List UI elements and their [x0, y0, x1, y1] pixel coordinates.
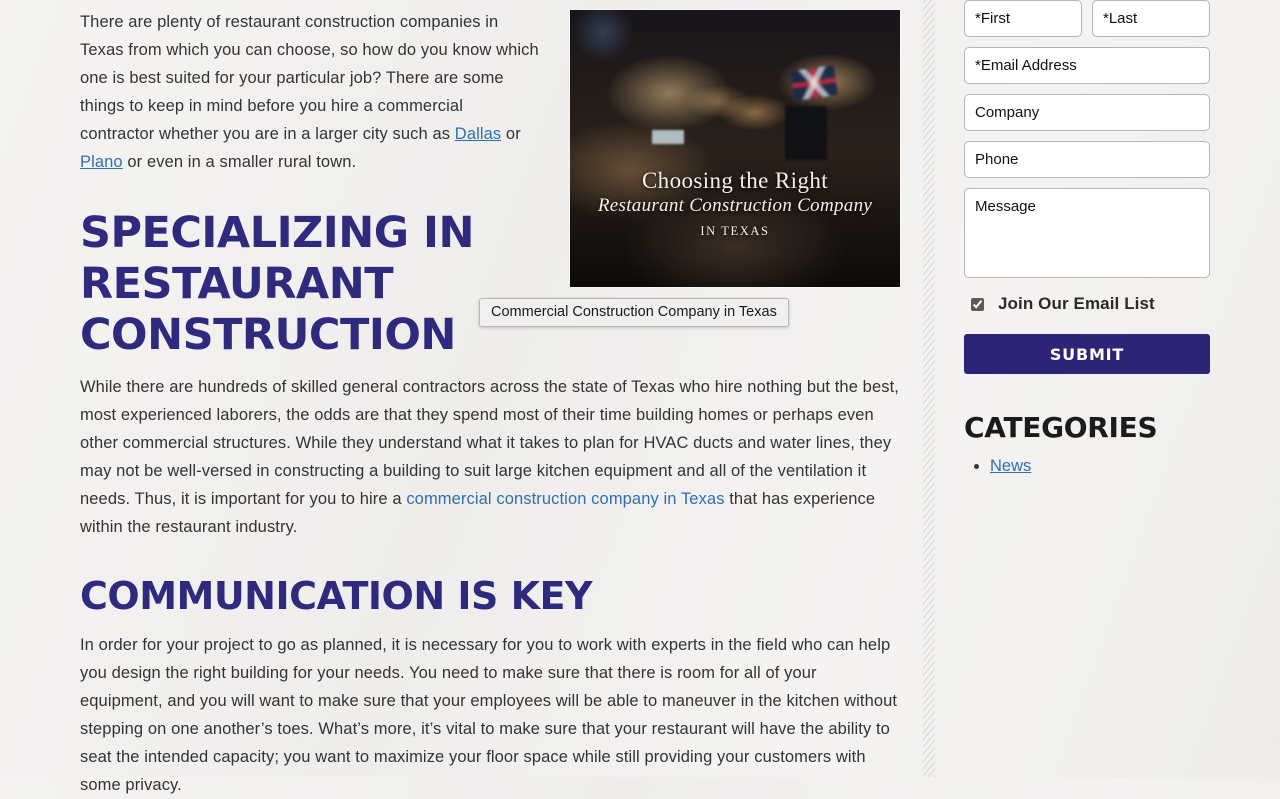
featured-image[interactable]: Choosing the Right Restaurant Constructi…: [570, 10, 900, 287]
page-root: There are plenty of restaurant construct…: [0, 0, 1280, 794]
message-textarea[interactable]: [964, 188, 1210, 278]
category-link-news[interactable]: News: [990, 457, 1031, 475]
intro-text-between-links: or: [501, 125, 521, 143]
message-row: [964, 188, 1210, 278]
intro-text-after-plano: or even in a smaller rural town.: [122, 153, 357, 171]
categories-heading: CATEGORIES: [964, 411, 1158, 444]
link-dallas[interactable]: Dallas: [455, 125, 501, 143]
paragraph-general-contractors: While there are hundreds of skilled gene…: [80, 373, 900, 541]
link-commercial-construction-company-in-texas[interactable]: commercial construction company in Texas: [406, 490, 724, 508]
sidebar: Join Our Email List SUBMIT CATEGORIES Ne…: [964, 0, 1210, 479]
paragraph-communication: In order for your project to go as plann…: [80, 636, 898, 794]
contact-form: Join Our Email List SUBMIT: [964, 0, 1210, 374]
paragraph2-text-before-link: While there are hundreds of skilled gene…: [80, 378, 899, 508]
image-title-tooltip: Commercial Construction Company in Texas: [479, 298, 789, 327]
categories-list: News: [964, 453, 1210, 479]
submit-button[interactable]: SUBMIT: [964, 334, 1210, 374]
heading-specializing-in-restaurant-construction: SPECIALIZING IN RESTAURANT CONSTRUCTION: [80, 208, 475, 360]
featured-image-overlay-text: Choosing the Right Restaurant Constructi…: [570, 167, 900, 241]
list-item: News: [990, 453, 1210, 479]
intro-text-before-dallas: There are plenty of restaurant construct…: [80, 13, 539, 143]
name-row: [964, 0, 1210, 37]
overlay-line-2: Restaurant Construction Company: [597, 195, 873, 216]
column-divider: [923, 0, 935, 777]
phone-row: [964, 141, 1210, 178]
join-email-list-checkbox[interactable]: [971, 297, 984, 311]
heading-communication-is-key: COMMUNICATION IS KEY: [80, 574, 593, 618]
email-row: [964, 47, 1210, 84]
last-name-input[interactable]: [1092, 0, 1210, 37]
phone-input[interactable]: [964, 141, 1210, 178]
overlay-line-1: Choosing the Right: [641, 168, 829, 193]
overlay-line-3: IN TEXAS: [700, 224, 770, 238]
restaurant-interior-photo[interactable]: Choosing the Right Restaurant Constructi…: [570, 10, 900, 287]
email-input[interactable]: [964, 47, 1210, 84]
join-email-list-label[interactable]: Join Our Email List: [998, 294, 1155, 314]
company-input[interactable]: [964, 94, 1210, 131]
wall-monitor-shape: [785, 106, 827, 160]
bar-screen-shape: [652, 130, 684, 144]
company-row: [964, 94, 1210, 131]
intro-paragraph: There are plenty of restaurant construct…: [80, 0, 540, 176]
link-plano[interactable]: Plano: [80, 153, 123, 171]
union-jack-decor-icon: [790, 65, 838, 101]
email-list-optin-row[interactable]: Join Our Email List: [964, 294, 1210, 314]
first-name-input[interactable]: [964, 0, 1082, 37]
